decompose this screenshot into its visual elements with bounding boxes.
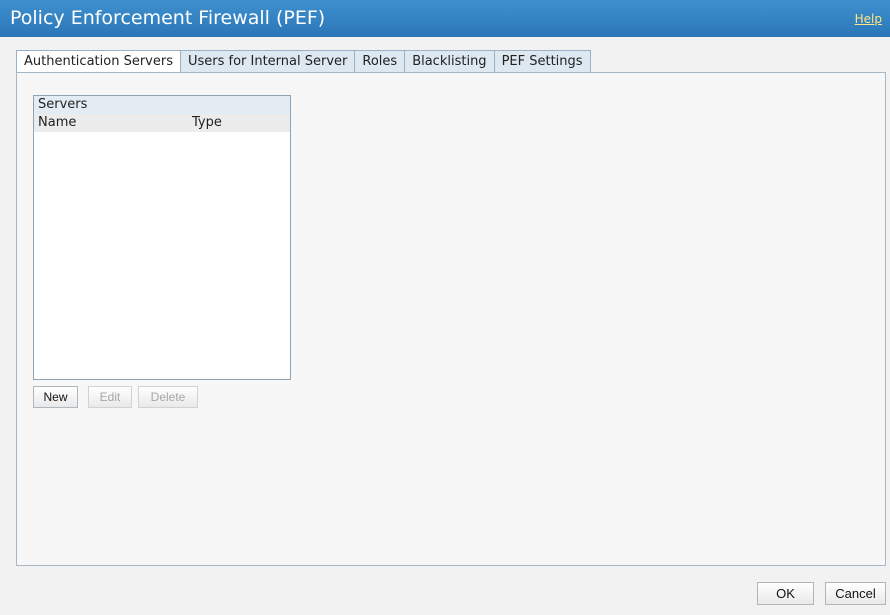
column-name[interactable]: Name xyxy=(38,114,76,132)
window-title: Policy Enforcement Firewall (PEF) xyxy=(10,7,326,29)
tab-authentication-servers[interactable]: Authentication Servers xyxy=(16,50,181,74)
servers-column-headers: Name Type xyxy=(34,114,290,132)
tab-bar: Authentication Servers Users for Interna… xyxy=(16,50,591,74)
tab-pef-settings[interactable]: PEF Settings xyxy=(494,50,591,73)
cancel-button[interactable]: Cancel xyxy=(825,582,886,605)
new-button[interactable]: New xyxy=(33,386,78,408)
edit-button[interactable]: Edit xyxy=(88,386,132,408)
servers-heading: Servers xyxy=(34,96,290,114)
help-link[interactable]: Help xyxy=(855,12,882,26)
tab-users-for-internal-server[interactable]: Users for Internal Server xyxy=(180,50,356,73)
tab-roles[interactable]: Roles xyxy=(355,50,406,73)
servers-list[interactable]: Servers Name Type xyxy=(33,95,291,380)
column-type[interactable]: Type xyxy=(192,114,222,132)
delete-button[interactable]: Delete xyxy=(138,386,198,408)
title-bar: Policy Enforcement Firewall (PEF) Help xyxy=(0,0,890,37)
tab-blacklisting[interactable]: Blacklisting xyxy=(405,50,495,73)
tab-panel: Servers Name Type New Edit Delete xyxy=(16,72,886,566)
ok-button[interactable]: OK xyxy=(757,582,814,605)
